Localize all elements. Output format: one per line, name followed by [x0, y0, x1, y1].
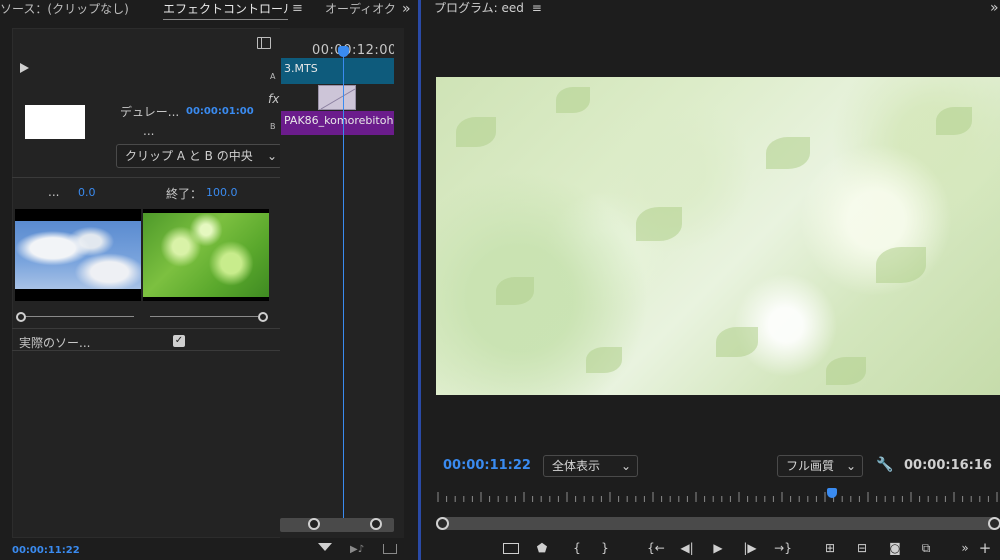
tab-audio[interactable]: オーディオク — [325, 0, 399, 22]
end-slider-track[interactable] — [150, 316, 258, 317]
source-a-thumbnail — [15, 209, 141, 301]
transition-thumbnail — [25, 105, 85, 139]
track-b-label: B — [270, 122, 276, 131]
program-duration: 00:00:16:16 — [904, 458, 992, 473]
quality-select-value: フル画質 — [786, 459, 835, 473]
end-value[interactable]: 100.0 — [206, 186, 238, 199]
go-to-in-icon[interactable]: {← — [646, 538, 666, 558]
end-label: 終了： — [166, 187, 203, 201]
start-slider-knob[interactable] — [16, 312, 26, 322]
program-scroll-knob-right[interactable] — [988, 517, 1000, 530]
divider — [12, 350, 280, 351]
program-title-text: プログラム: eed — [434, 1, 524, 15]
tabs-overflow-icon[interactable]: » — [402, 0, 416, 22]
program-monitor-title[interactable]: プログラム: eed ≡ — [434, 0, 542, 20]
mark-in-icon[interactable]: { — [567, 538, 587, 558]
duration-ellipsis: ... — [143, 124, 155, 138]
filter-icon[interactable] — [318, 543, 332, 551]
step-back-icon[interactable]: ◀| — [677, 538, 697, 558]
camera-icon[interactable]: ◙ — [885, 538, 905, 558]
mini-timeline-timecode: 00:00:12:00 — [312, 43, 394, 58]
program-current-time[interactable]: 00:00:11:22 — [443, 458, 531, 473]
fx-icon: fx — [268, 92, 280, 106]
step-forward-icon[interactable]: |▶ — [740, 538, 760, 558]
play-icon[interactable]: ▶ — [708, 538, 728, 558]
alignment-select-value: クリップ A と B の中央 — [125, 149, 253, 163]
mini-scroll-knob-left[interactable] — [308, 518, 320, 530]
zoom-select-value: 全体表示 — [552, 459, 601, 473]
chevron-down-icon: ⌄ — [266, 149, 277, 163]
wrench-icon[interactable]: 🔧 — [876, 457, 893, 473]
lift-icon[interactable]: ⊞ — [820, 538, 840, 558]
tab-source[interactable]: ソース：(クリップなし) — [0, 0, 152, 22]
alignment-select[interactable]: クリップ A と B の中央 ⌄ — [116, 144, 282, 168]
play-icon[interactable] — [20, 63, 29, 73]
source-b-thumbnail — [143, 209, 269, 301]
effect-controls-current-time[interactable]: 00:00:11:22 — [12, 545, 80, 556]
chevron-down-icon: ⌄ — [845, 459, 856, 473]
track-a-label: A — [270, 72, 276, 81]
program-overflow-icon[interactable]: » — [990, 0, 999, 16]
go-to-out-icon[interactable]: →} — [773, 538, 793, 558]
program-scroll-knob-left[interactable] — [436, 517, 449, 530]
panel-divider[interactable] — [418, 0, 421, 560]
start-value[interactable]: 0.0 — [78, 186, 96, 199]
export-icon[interactable] — [383, 544, 397, 554]
overflow-icon[interactable]: » — [955, 538, 975, 558]
panel-toggle-icon[interactable] — [257, 37, 271, 49]
program-menu-icon[interactable]: ≡ — [532, 1, 542, 15]
compare-icon[interactable]: ⧉ — [916, 538, 936, 558]
quality-select[interactable]: フル画質 ⌄ — [777, 455, 863, 477]
show-actual-sources-label: 実際のソー... — [19, 336, 91, 350]
program-zoom-scrollbar[interactable] — [436, 517, 1000, 530]
start-label: ... — [48, 185, 60, 199]
duration-label: デュレー... — [120, 105, 180, 119]
program-time-ruler[interactable] — [436, 490, 1000, 502]
clip-a[interactable]: 3.MTS — [281, 58, 394, 84]
mark-out-icon[interactable]: } — [595, 538, 615, 558]
marker-icon[interactable]: ⬟ — [532, 538, 552, 558]
clip-b[interactable]: PAK86_komorebitoh — [281, 111, 394, 135]
chevron-down-icon: ⌄ — [620, 459, 631, 473]
end-slider-knob[interactable] — [258, 312, 268, 322]
add-button-icon[interactable]: + — [975, 538, 995, 558]
transition-block[interactable] — [318, 85, 356, 110]
divider — [12, 328, 280, 329]
effect-controls-menu-icon[interactable]: ≡ — [292, 0, 306, 22]
duration-value[interactable]: 00:00:01:00 — [186, 106, 254, 117]
mini-scroll-knob-right[interactable] — [370, 518, 382, 530]
extract-icon[interactable]: ⊟ — [852, 538, 872, 558]
safe-margins-icon[interactable] — [501, 538, 521, 558]
divider — [12, 177, 280, 178]
mini-playhead[interactable] — [338, 46, 349, 57]
tab-effect-controls[interactable]: エフェクトコントロール — [163, 0, 288, 22]
show-actual-sources-checkbox[interactable]: ✓ — [173, 335, 185, 347]
start-slider-track[interactable] — [24, 316, 134, 317]
mini-playhead-line — [343, 56, 344, 518]
program-video-frame[interactable] — [436, 77, 1000, 395]
play-audio-icon[interactable]: ▶♪ — [350, 544, 366, 556]
zoom-select[interactable]: 全体表示 ⌄ — [543, 455, 638, 477]
